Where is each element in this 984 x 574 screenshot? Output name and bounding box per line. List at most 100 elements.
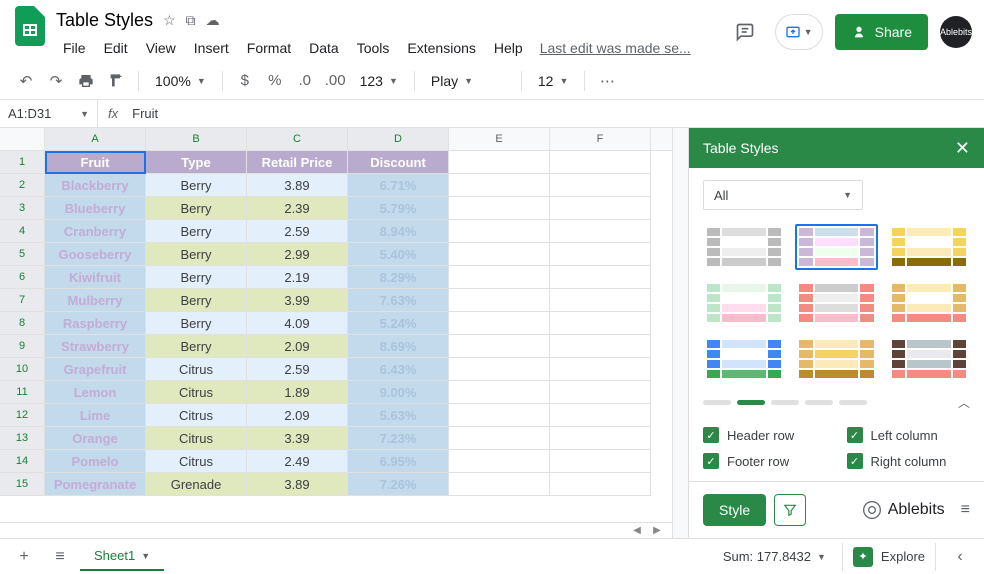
cell[interactable]: Berry <box>146 174 247 197</box>
cell[interactable]: Pomegranate <box>45 473 146 496</box>
cell[interactable]: Berry <box>146 243 247 266</box>
cell[interactable]: 2.59 <box>247 358 348 381</box>
more-button[interactable]: ⋯ <box>593 67 621 95</box>
cell[interactable] <box>550 174 651 197</box>
cell[interactable]: Citrus <box>146 404 247 427</box>
undo-button[interactable]: ↶ <box>12 67 40 95</box>
cell[interactable]: 6.43% <box>348 358 449 381</box>
style-swatch[interactable] <box>795 280 877 326</box>
row-header[interactable]: 10 <box>0 358 45 381</box>
column-header[interactable]: D <box>348 128 449 150</box>
cell[interactable]: Citrus <box>146 358 247 381</box>
cell[interactable]: 2.39 <box>247 197 348 220</box>
column-header[interactable]: F <box>550 128 651 150</box>
explore-button[interactable]: ✦Explore <box>842 543 936 571</box>
star-icon[interactable]: ☆ <box>163 12 176 29</box>
cell[interactable]: 7.63% <box>348 289 449 312</box>
doc-title[interactable]: Table Styles <box>56 10 153 31</box>
filter-icon[interactable] <box>774 494 806 526</box>
cell[interactable]: 2.49 <box>247 450 348 473</box>
cell[interactable] <box>449 289 550 312</box>
row-header[interactable]: 5 <box>0 243 45 266</box>
cell[interactable] <box>449 335 550 358</box>
left-column-checkbox[interactable]: ✓Left column <box>847 427 971 443</box>
cell[interactable]: Blackberry <box>45 174 146 197</box>
row-header[interactable]: 11 <box>0 381 45 404</box>
cell[interactable]: Lime <box>45 404 146 427</box>
dec-decrease-button[interactable]: .0 <box>291 67 319 95</box>
cell[interactable]: Citrus <box>146 381 247 404</box>
header-row-checkbox[interactable]: ✓Header row <box>703 427 827 443</box>
column-header[interactable]: C <box>247 128 348 150</box>
cell[interactable] <box>550 358 651 381</box>
row-header[interactable]: 14 <box>0 450 45 473</box>
column-header[interactable]: A <box>45 128 146 150</box>
panel-menu-icon[interactable]: ≡ <box>961 501 970 519</box>
cell[interactable] <box>449 358 550 381</box>
horizontal-scrollbar[interactable]: ◀ ▶ <box>0 522 672 538</box>
right-column-checkbox[interactable]: ✓Right column <box>847 453 971 469</box>
number-format-dropdown[interactable]: 123▼ <box>352 68 406 94</box>
menu-format[interactable]: Format <box>240 36 298 60</box>
cell[interactable]: Pomelo <box>45 450 146 473</box>
cell[interactable]: Gooseberry <box>45 243 146 266</box>
cell[interactable]: 3.89 <box>247 174 348 197</box>
cell[interactable] <box>550 335 651 358</box>
currency-button[interactable]: $ <box>231 67 259 95</box>
row-header[interactable]: 12 <box>0 404 45 427</box>
collapse-icon[interactable]: ︿ <box>958 394 970 411</box>
style-swatch[interactable] <box>703 280 785 326</box>
cell[interactable]: 5.24% <box>348 312 449 335</box>
cell[interactable] <box>449 450 550 473</box>
menu-extensions[interactable]: Extensions <box>400 36 482 60</box>
cell[interactable]: 9.00% <box>348 381 449 404</box>
spreadsheet-grid[interactable]: ABCDEF 1FruitTypeRetail PriceDiscount2Bl… <box>0 128 672 538</box>
cell[interactable] <box>550 243 651 266</box>
cell[interactable] <box>449 151 550 174</box>
footer-row-checkbox[interactable]: ✓Footer row <box>703 453 827 469</box>
vertical-scrollbar[interactable] <box>672 128 688 538</box>
cell[interactable] <box>550 220 651 243</box>
menu-data[interactable]: Data <box>302 36 346 60</box>
cell[interactable] <box>550 312 651 335</box>
cell[interactable]: 8.69% <box>348 335 449 358</box>
cell[interactable]: Raspberry <box>45 312 146 335</box>
cell[interactable] <box>550 197 651 220</box>
style-swatch[interactable] <box>888 224 970 270</box>
apply-style-button[interactable]: Style <box>703 494 766 526</box>
cell[interactable] <box>550 450 651 473</box>
sheets-logo[interactable] <box>12 8 48 44</box>
ablebits-brand[interactable]: Ablebits <box>862 500 945 520</box>
cell[interactable] <box>449 312 550 335</box>
cell[interactable]: Citrus <box>146 427 247 450</box>
cell[interactable]: Strawberry <box>45 335 146 358</box>
formula-input[interactable]: Fruit <box>128 106 158 121</box>
cell[interactable]: 4.09 <box>247 312 348 335</box>
scroll-right-icon[interactable]: ▶ <box>650 524 664 538</box>
dec-increase-button[interactable]: .00 <box>321 67 350 95</box>
percent-button[interactable]: % <box>261 67 289 95</box>
row-header[interactable]: 13 <box>0 427 45 450</box>
column-header[interactable]: E <box>449 128 550 150</box>
cell[interactable] <box>550 427 651 450</box>
cell[interactable] <box>449 404 550 427</box>
cell[interactable] <box>550 381 651 404</box>
zoom-dropdown[interactable]: 100%▼ <box>147 68 214 94</box>
cell[interactable]: Berry <box>146 335 247 358</box>
row-header[interactable]: 4 <box>0 220 45 243</box>
present-button[interactable]: ▼ <box>775 14 823 50</box>
cell[interactable]: 2.09 <box>247 335 348 358</box>
cell[interactable]: 2.59 <box>247 220 348 243</box>
font-dropdown[interactable]: Play▼ <box>423 68 513 94</box>
cell[interactable]: 6.71% <box>348 174 449 197</box>
comments-icon[interactable] <box>727 14 763 50</box>
cell[interactable]: Lemon <box>45 381 146 404</box>
cell[interactable]: Cranberry <box>45 220 146 243</box>
cell[interactable] <box>550 266 651 289</box>
cell[interactable]: 6.95% <box>348 450 449 473</box>
cell[interactable] <box>449 381 550 404</box>
cell[interactable]: 7.23% <box>348 427 449 450</box>
cell[interactable]: Berry <box>146 197 247 220</box>
row-header[interactable]: 9 <box>0 335 45 358</box>
select-all-corner[interactable] <box>0 128 45 150</box>
